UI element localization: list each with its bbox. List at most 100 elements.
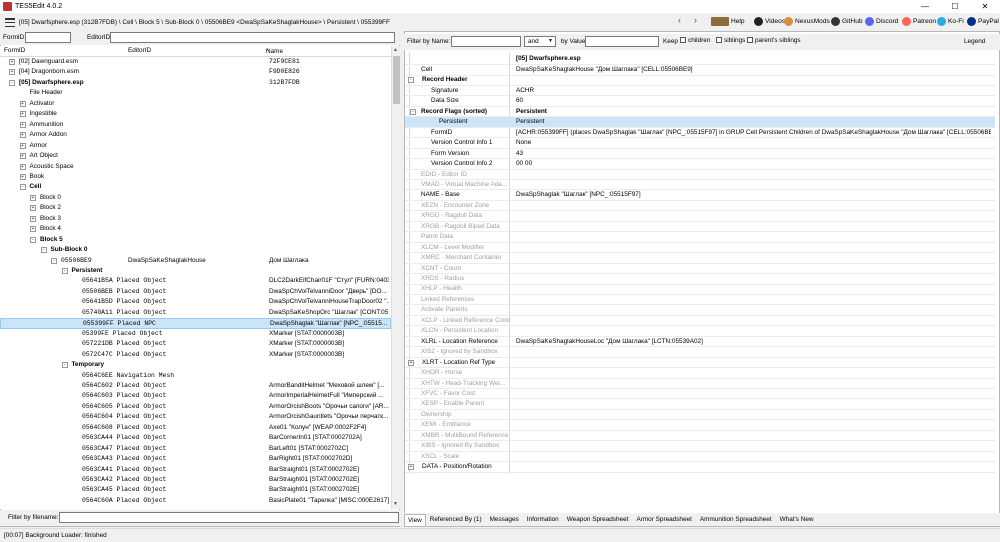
tree-row[interactable]: + Block 0 bbox=[0, 193, 391, 204]
record-field-row[interactable]: XLCN - Persistent Location bbox=[405, 326, 995, 337]
col-formid[interactable]: FormID bbox=[4, 47, 25, 54]
tree-row[interactable]: 0572C47C Placed Object XMarker [STAT:0000… bbox=[0, 350, 391, 361]
record-field-row[interactable]: XCLP - Linked Reference Color bbox=[405, 316, 995, 327]
back-arrow-icon[interactable]: ‹ bbox=[678, 15, 681, 25]
record-field-row[interactable]: NAME - Base DwaSpShaglak "Шаглак" [NPC_:0… bbox=[405, 190, 995, 201]
tab-weapon-spreadsheet[interactable]: Weapon Spreadsheet bbox=[563, 513, 633, 526]
scrollbar-thumb[interactable] bbox=[393, 56, 400, 104]
collapse-icon[interactable]: - bbox=[410, 108, 416, 115]
record-field-row[interactable]: XRGB - Ragdoll Biped Data bbox=[405, 222, 995, 233]
tree-scrollbar[interactable]: ▲ ▼ bbox=[391, 46, 400, 509]
maximize-button[interactable]: ☐ bbox=[940, 0, 970, 13]
ko-fi-link[interactable]: Ko-Fi bbox=[937, 17, 964, 26]
record-field-row[interactable]: Activate Parents bbox=[405, 305, 995, 316]
record-field-grid[interactable]: [05] Dwarfsphere.esp Cell DwaSpSaKeShagla… bbox=[405, 53, 995, 513]
expand-icon[interactable]: + bbox=[19, 142, 26, 149]
record-field-row[interactable]: - Record Header bbox=[405, 75, 995, 86]
children-checkbox[interactable]: children bbox=[680, 37, 710, 44]
siblings-checkbox[interactable]: siblings bbox=[716, 37, 745, 44]
expand-icon[interactable]: + bbox=[19, 132, 26, 139]
tree-row[interactable]: + Book bbox=[0, 172, 391, 183]
expand-icon[interactable]: + bbox=[19, 111, 26, 118]
tree-row[interactable]: 0564C604 Placed Object ArmorOrcishGauntle… bbox=[0, 412, 391, 423]
record-field-row[interactable]: XMBR - MultiBound Reference bbox=[405, 431, 995, 442]
collapse-icon[interactable]: - bbox=[19, 184, 26, 191]
tree-row[interactable]: 05740A11 Placed Object DwaSpSaKeShopOrc "… bbox=[0, 308, 391, 319]
tree-row[interactable]: File Header bbox=[0, 88, 391, 99]
tree-row[interactable]: 0564C605 Placed Object ArmorOrcishBoots "… bbox=[0, 402, 391, 413]
expand-icon[interactable]: + bbox=[408, 464, 414, 471]
tab-armor-spreadsheet[interactable]: Armor Spreadsheet bbox=[632, 513, 695, 526]
expand-icon[interactable]: + bbox=[30, 194, 36, 201]
tree-row[interactable]: 05641B5D Placed Object DwaSpChVolTelvanni… bbox=[0, 297, 391, 308]
record-field-row[interactable]: XCNT - Count bbox=[405, 264, 995, 275]
expand-icon[interactable]: + bbox=[19, 121, 26, 128]
tree-row[interactable]: - [05] Dwarfsphere.esp 312B7FDB bbox=[0, 78, 391, 89]
collapse-icon[interactable]: - bbox=[40, 247, 47, 254]
tab-view[interactable]: View bbox=[404, 514, 426, 526]
record-field-row[interactable]: + DATA - Position/Rotation bbox=[405, 462, 995, 473]
tree-row[interactable]: 0564C6EE Navigation Mesh bbox=[0, 371, 391, 382]
record-field-row[interactable]: XSCL - Scale bbox=[405, 452, 995, 463]
tree-row[interactable]: 0563CA42 Placed Object BarStraight01 [STA… bbox=[0, 475, 391, 486]
legend-button[interactable]: Legend bbox=[964, 38, 985, 45]
tree-row[interactable]: - Sub-Block 0 bbox=[0, 245, 391, 256]
tab-what-s-new[interactable]: What's New bbox=[776, 513, 818, 526]
editorid-filter-input[interactable] bbox=[110, 32, 395, 43]
col-editorid[interactable]: EditorID bbox=[128, 47, 151, 54]
record-field-row[interactable]: XESP - Enable Parent bbox=[405, 399, 995, 410]
tree-row[interactable]: 0564C602 Placed Object ArmorBanditHelmet … bbox=[0, 381, 391, 392]
tree-row[interactable]: + Armor bbox=[0, 141, 391, 152]
discord-link[interactable]: Discord bbox=[865, 17, 898, 26]
expand-icon[interactable]: + bbox=[30, 226, 36, 233]
tab-ammunition-spreadsheet[interactable]: Ammunition Spreadsheet bbox=[696, 513, 776, 526]
collapse-icon[interactable]: - bbox=[9, 79, 15, 86]
record-field-row[interactable]: XEZN - Encounter Zone bbox=[405, 201, 995, 212]
expand-icon[interactable]: + bbox=[9, 69, 15, 76]
record-field-row[interactable]: XRGD - Ragdoll Data bbox=[405, 211, 995, 222]
hamburger-menu-icon[interactable] bbox=[5, 18, 15, 27]
tree-row[interactable]: + Block 3 bbox=[0, 214, 391, 225]
formid-filter-input[interactable] bbox=[25, 32, 71, 43]
scroll-down-icon[interactable]: ▼ bbox=[393, 501, 398, 507]
tab-information[interactable]: Information bbox=[523, 513, 563, 526]
expand-icon[interactable]: + bbox=[30, 205, 36, 212]
tree-row[interactable]: - Block 5 bbox=[0, 235, 391, 246]
record-field-row[interactable]: XHLP - Health bbox=[405, 284, 995, 295]
tab-messages[interactable]: Messages bbox=[486, 513, 523, 526]
record-field-row[interactable]: XMRC - Merchant Container bbox=[405, 253, 995, 264]
tree-row[interactable]: 055399FF Placed NPC DwaSpShaglak "Шаглак"… bbox=[0, 318, 391, 329]
expand-icon[interactable]: + bbox=[19, 163, 26, 170]
record-field-row[interactable]: Form Version 43 bbox=[405, 149, 995, 160]
record-field-row[interactable]: XEMI - Emittance bbox=[405, 420, 995, 431]
record-field-row[interactable]: XLRL - Location Reference DwaSpSaKeShagla… bbox=[405, 337, 995, 348]
tree-row[interactable]: 0563CA41 Placed Object BarStraight01 [STA… bbox=[0, 465, 391, 476]
record-field-row[interactable]: Linked References bbox=[405, 295, 995, 306]
tree-row[interactable]: - Cell bbox=[0, 182, 391, 193]
expand-icon[interactable]: + bbox=[19, 153, 26, 160]
paypal-link[interactable]: PayPal bbox=[967, 17, 999, 26]
minimize-button[interactable]: — bbox=[910, 0, 940, 13]
tree-row[interactable]: + [02] Dawnguard.esm 72F9CE81 bbox=[0, 57, 391, 68]
tree-row[interactable]: + Armor Addon bbox=[0, 130, 391, 141]
tab-referenced-by-1[interactable]: Referenced By (1) bbox=[426, 513, 486, 526]
record-field-row[interactable]: XLCM - Level Modifier bbox=[405, 243, 995, 254]
tree-row[interactable]: + Ammunition bbox=[0, 120, 391, 131]
collapse-icon[interactable]: - bbox=[61, 362, 68, 369]
tree-row[interactable]: + Block 4 bbox=[0, 224, 391, 235]
expand-icon[interactable]: + bbox=[19, 100, 26, 107]
close-button[interactable]: ✕ bbox=[970, 0, 1000, 13]
collapse-icon[interactable]: - bbox=[408, 77, 414, 84]
collapse-icon[interactable]: - bbox=[30, 236, 36, 243]
record-field-row[interactable]: Persistent Persistent bbox=[405, 117, 995, 128]
expand-icon[interactable]: + bbox=[30, 215, 36, 222]
github-link[interactable]: GitHub bbox=[831, 17, 863, 26]
videos-link[interactable]: Videos bbox=[754, 17, 785, 26]
tree-row[interactable]: 05641B5A Placed Object DLC2DarkElfChair01… bbox=[0, 276, 391, 287]
tree-row[interactable]: -05506BE9 DwaSpSaKeShaglakHouse Дом Шаглак… bbox=[0, 256, 391, 267]
tree-row[interactable]: + [04] Dragonborn.esm F9D0E826 bbox=[0, 67, 391, 78]
record-field-row[interactable]: XHOR - Horse bbox=[405, 368, 995, 379]
nexusmods-link[interactable]: NexusMods bbox=[784, 17, 830, 26]
expand-icon[interactable]: + bbox=[9, 59, 15, 65]
help-link[interactable]: Help bbox=[711, 17, 745, 26]
